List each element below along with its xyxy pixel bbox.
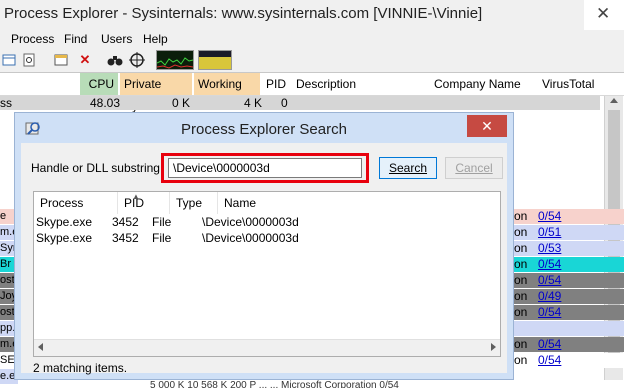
search-dialog: Process Explorer Search ✕ Handle or DLL … — [14, 112, 514, 380]
virustotal-link[interactable]: 0/54 — [538, 305, 561, 320]
find-icon[interactable] — [106, 51, 124, 69]
scroll-right-icon[interactable] — [491, 343, 496, 351]
company-fragment: on — [514, 257, 528, 271]
menu-help[interactable]: Help — [143, 32, 168, 46]
properties-icon[interactable] — [20, 51, 38, 69]
working-set-value: 4 K — [244, 96, 263, 110]
company-fragment: on — [514, 241, 528, 255]
search-button-label: Search — [388, 161, 428, 175]
results-column-pid[interactable]: ▲ PID — [118, 192, 170, 214]
right-row[interactable]: on 0/54 — [514, 209, 624, 224]
company-fragment: on — [514, 289, 528, 303]
close-icon: ✕ — [481, 118, 493, 134]
company-fragment: on — [514, 273, 528, 287]
cpu-graph[interactable] — [156, 50, 194, 70]
right-row[interactable]: on 0/54 — [514, 353, 624, 368]
search-button[interactable]: Search — [379, 157, 437, 179]
result-type: File — [152, 231, 172, 245]
cpu-value: 48.03 — [90, 96, 121, 110]
process-list-icon[interactable] — [0, 51, 18, 69]
target-icon[interactable] — [128, 51, 146, 69]
virustotal-link[interactable]: 0/54 — [538, 209, 561, 224]
column-pid[interactable]: PID — [262, 73, 290, 95]
results-column-name[interactable]: Name — [218, 192, 500, 214]
company-fragment: on — [514, 337, 528, 351]
dialog-title-bar: Process Explorer Search ✕ — [15, 113, 513, 143]
scroll-left-icon[interactable] — [38, 343, 43, 351]
kill-process-icon[interactable]: ✕ — [76, 51, 94, 69]
company-fragment: on — [514, 353, 528, 367]
memory-graph[interactable] — [198, 50, 232, 70]
toolbar: ✕ — [0, 48, 624, 73]
right-row[interactable]: on 0/54 — [514, 337, 624, 352]
window-icon[interactable] — [52, 51, 70, 69]
status-text: 2 matching items. — [33, 361, 128, 375]
menu-process[interactable]: Process — [11, 32, 54, 46]
window-title: Process Explorer - Sysinternals: www.sys… — [4, 5, 483, 22]
cancel-button-label: Cancel — [455, 161, 493, 175]
result-row[interactable]: Skype.exe 3452 File \Device\0000003d — [34, 230, 500, 246]
process-row[interactable]: ss 48.03 0 K 4 K 0 — [0, 96, 600, 110]
virustotal-link[interactable]: 0/54 — [538, 353, 561, 368]
right-row[interactable]: on 0/54 — [514, 273, 624, 288]
column-cpu[interactable]: CPU — [80, 73, 118, 95]
close-icon: ✕ — [596, 4, 611, 23]
private-bytes-value: 0 K — [172, 96, 191, 110]
results-list[interactable]: Process ▲ PID Type Name Skype.exe 3452 F… — [33, 191, 501, 357]
scroll-up-icon[interactable] — [610, 98, 618, 103]
dialog-body: Handle or DLL substring: \Device\0000003… — [21, 143, 507, 375]
result-pid: 3452 — [112, 215, 139, 229]
pid-value: 0 — [281, 96, 288, 110]
virustotal-link[interactable]: 0/54 — [538, 257, 561, 272]
search-label: Handle or DLL substring: — [31, 161, 164, 175]
result-pid: 3452 — [112, 231, 139, 245]
column-working-set[interactable]: Working Set — [194, 73, 260, 113]
result-type: File — [152, 215, 172, 229]
virustotal-link[interactable]: 0/54 — [538, 337, 561, 352]
company-fragment: on — [514, 225, 528, 239]
right-row[interactable]: on 0/54 — [514, 305, 624, 320]
result-name: \Device\0000003d — [202, 215, 299, 229]
virustotal-link[interactable]: 0/49 — [538, 289, 561, 304]
dialog-title: Process Explorer Search — [181, 121, 347, 138]
results-column-type[interactable]: Type — [170, 192, 218, 214]
sort-up-icon: ▲ — [132, 192, 140, 201]
result-process: Skype.exe — [36, 215, 93, 229]
menu-find[interactable]: Find — [64, 32, 87, 46]
right-row[interactable]: on 0/53 — [514, 241, 624, 256]
right-row[interactable] — [514, 321, 624, 336]
column-description[interactable]: Description — [292, 73, 428, 95]
right-row[interactable]: on 0/54 — [514, 257, 624, 272]
dialog-close-button[interactable]: ✕ — [467, 115, 507, 137]
results-column-process[interactable]: Process — [34, 192, 118, 214]
result-row[interactable]: Skype.exe 3452 File \Device\0000003d — [34, 214, 500, 230]
column-header: CPU Private Bytes Working Set PID Descri… — [0, 73, 624, 113]
column-virustotal[interactable]: VirusTotal — [538, 73, 608, 95]
column-company-name[interactable]: Company Name — [430, 73, 536, 95]
menu-bar: Process Find Users Help — [0, 30, 624, 48]
company-fragment: on — [514, 209, 528, 223]
process-name: ss — [0, 96, 12, 110]
cancel-button[interactable]: Cancel — [445, 157, 503, 179]
menu-users[interactable]: Users — [101, 32, 132, 46]
right-row[interactable]: on 0/51 — [514, 225, 624, 240]
result-name: \Device\0000003d — [202, 231, 299, 245]
main-title-bar: Process Explorer - Sysinternals: www.sys… — [0, 0, 624, 30]
virustotal-link[interactable]: 0/54 — [538, 273, 561, 288]
column-private-bytes[interactable]: Private Bytes — [120, 73, 192, 113]
search-input-value: \Device\0000003d — [173, 161, 270, 175]
search-input[interactable]: \Device\0000003d — [168, 158, 362, 178]
virustotal-link[interactable]: 0/51 — [538, 225, 561, 240]
result-process: Skype.exe — [36, 231, 93, 245]
main-close-button[interactable]: ✕ — [584, 0, 624, 30]
right-row[interactable]: on 0/49 — [514, 289, 624, 304]
company-fragment: on — [514, 305, 528, 319]
virustotal-link[interactable]: 0/53 — [538, 241, 561, 256]
horizontal-scrollbar[interactable] — [34, 339, 500, 356]
